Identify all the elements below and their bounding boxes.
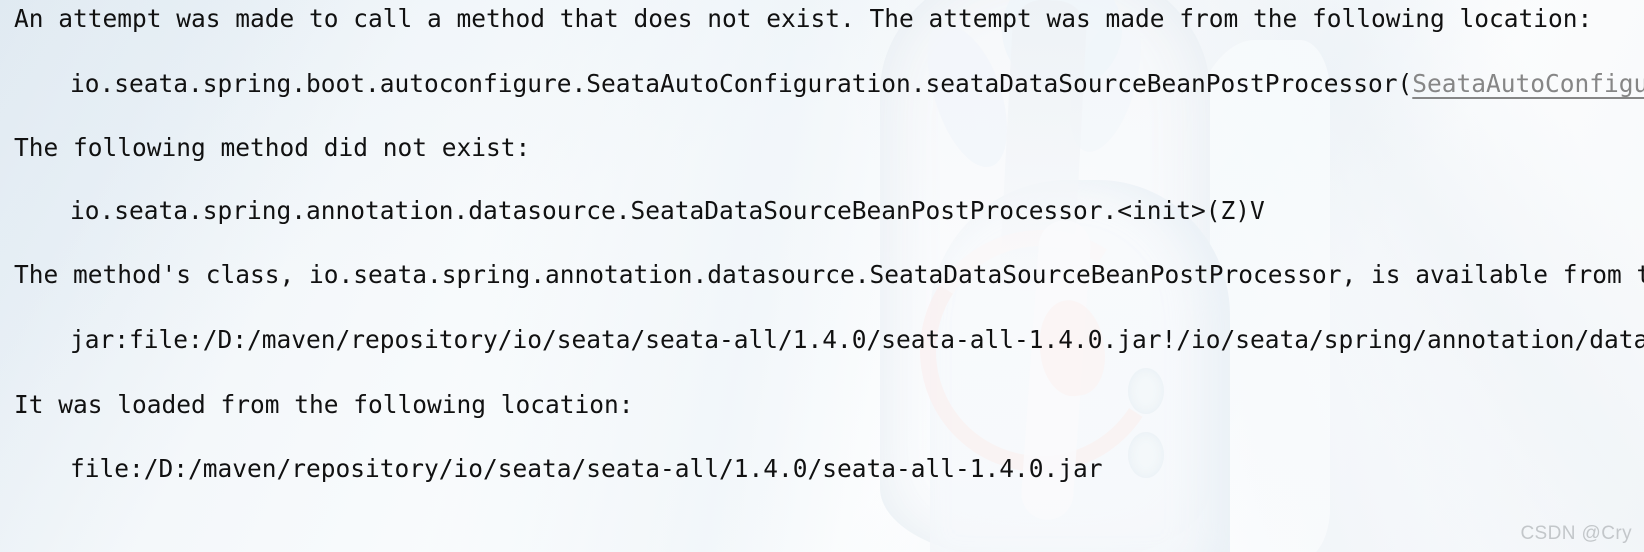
error-line-method-missing-heading: The following method did not exist: bbox=[14, 133, 531, 162]
error-report-text: An attempt was made to call a method tha… bbox=[0, 0, 1644, 552]
source-file-link[interactable]: SeataAutoConfiguration.java:118) bbox=[1412, 69, 1644, 98]
error-report-screen: An attempt was made to call a method tha… bbox=[0, 0, 1644, 552]
error-line-missing-method-signature: io.seata.spring.annotation.datasource.Se… bbox=[70, 196, 1265, 225]
error-line-class-available-heading: The method's class, io.seata.spring.anno… bbox=[14, 260, 1644, 289]
error-line-jar-location: jar:file:/D:/maven/repository/io/seata/s… bbox=[70, 325, 1644, 354]
error-line-call-site: io.seata.spring.boot.autoconfigure.Seata… bbox=[70, 69, 1644, 99]
csdn-watermark: CSDN @Cry bbox=[1520, 523, 1632, 544]
error-line-loaded-from-heading: It was loaded from the following locatio… bbox=[14, 390, 634, 419]
error-line-attempt-made: An attempt was made to call a method tha… bbox=[14, 4, 1593, 33]
error-line-call-site-text: io.seata.spring.boot.autoconfigure.Seata… bbox=[70, 69, 1413, 98]
error-line-loaded-jar-path: file:/D:/maven/repository/io/seata/seata… bbox=[70, 454, 1103, 483]
